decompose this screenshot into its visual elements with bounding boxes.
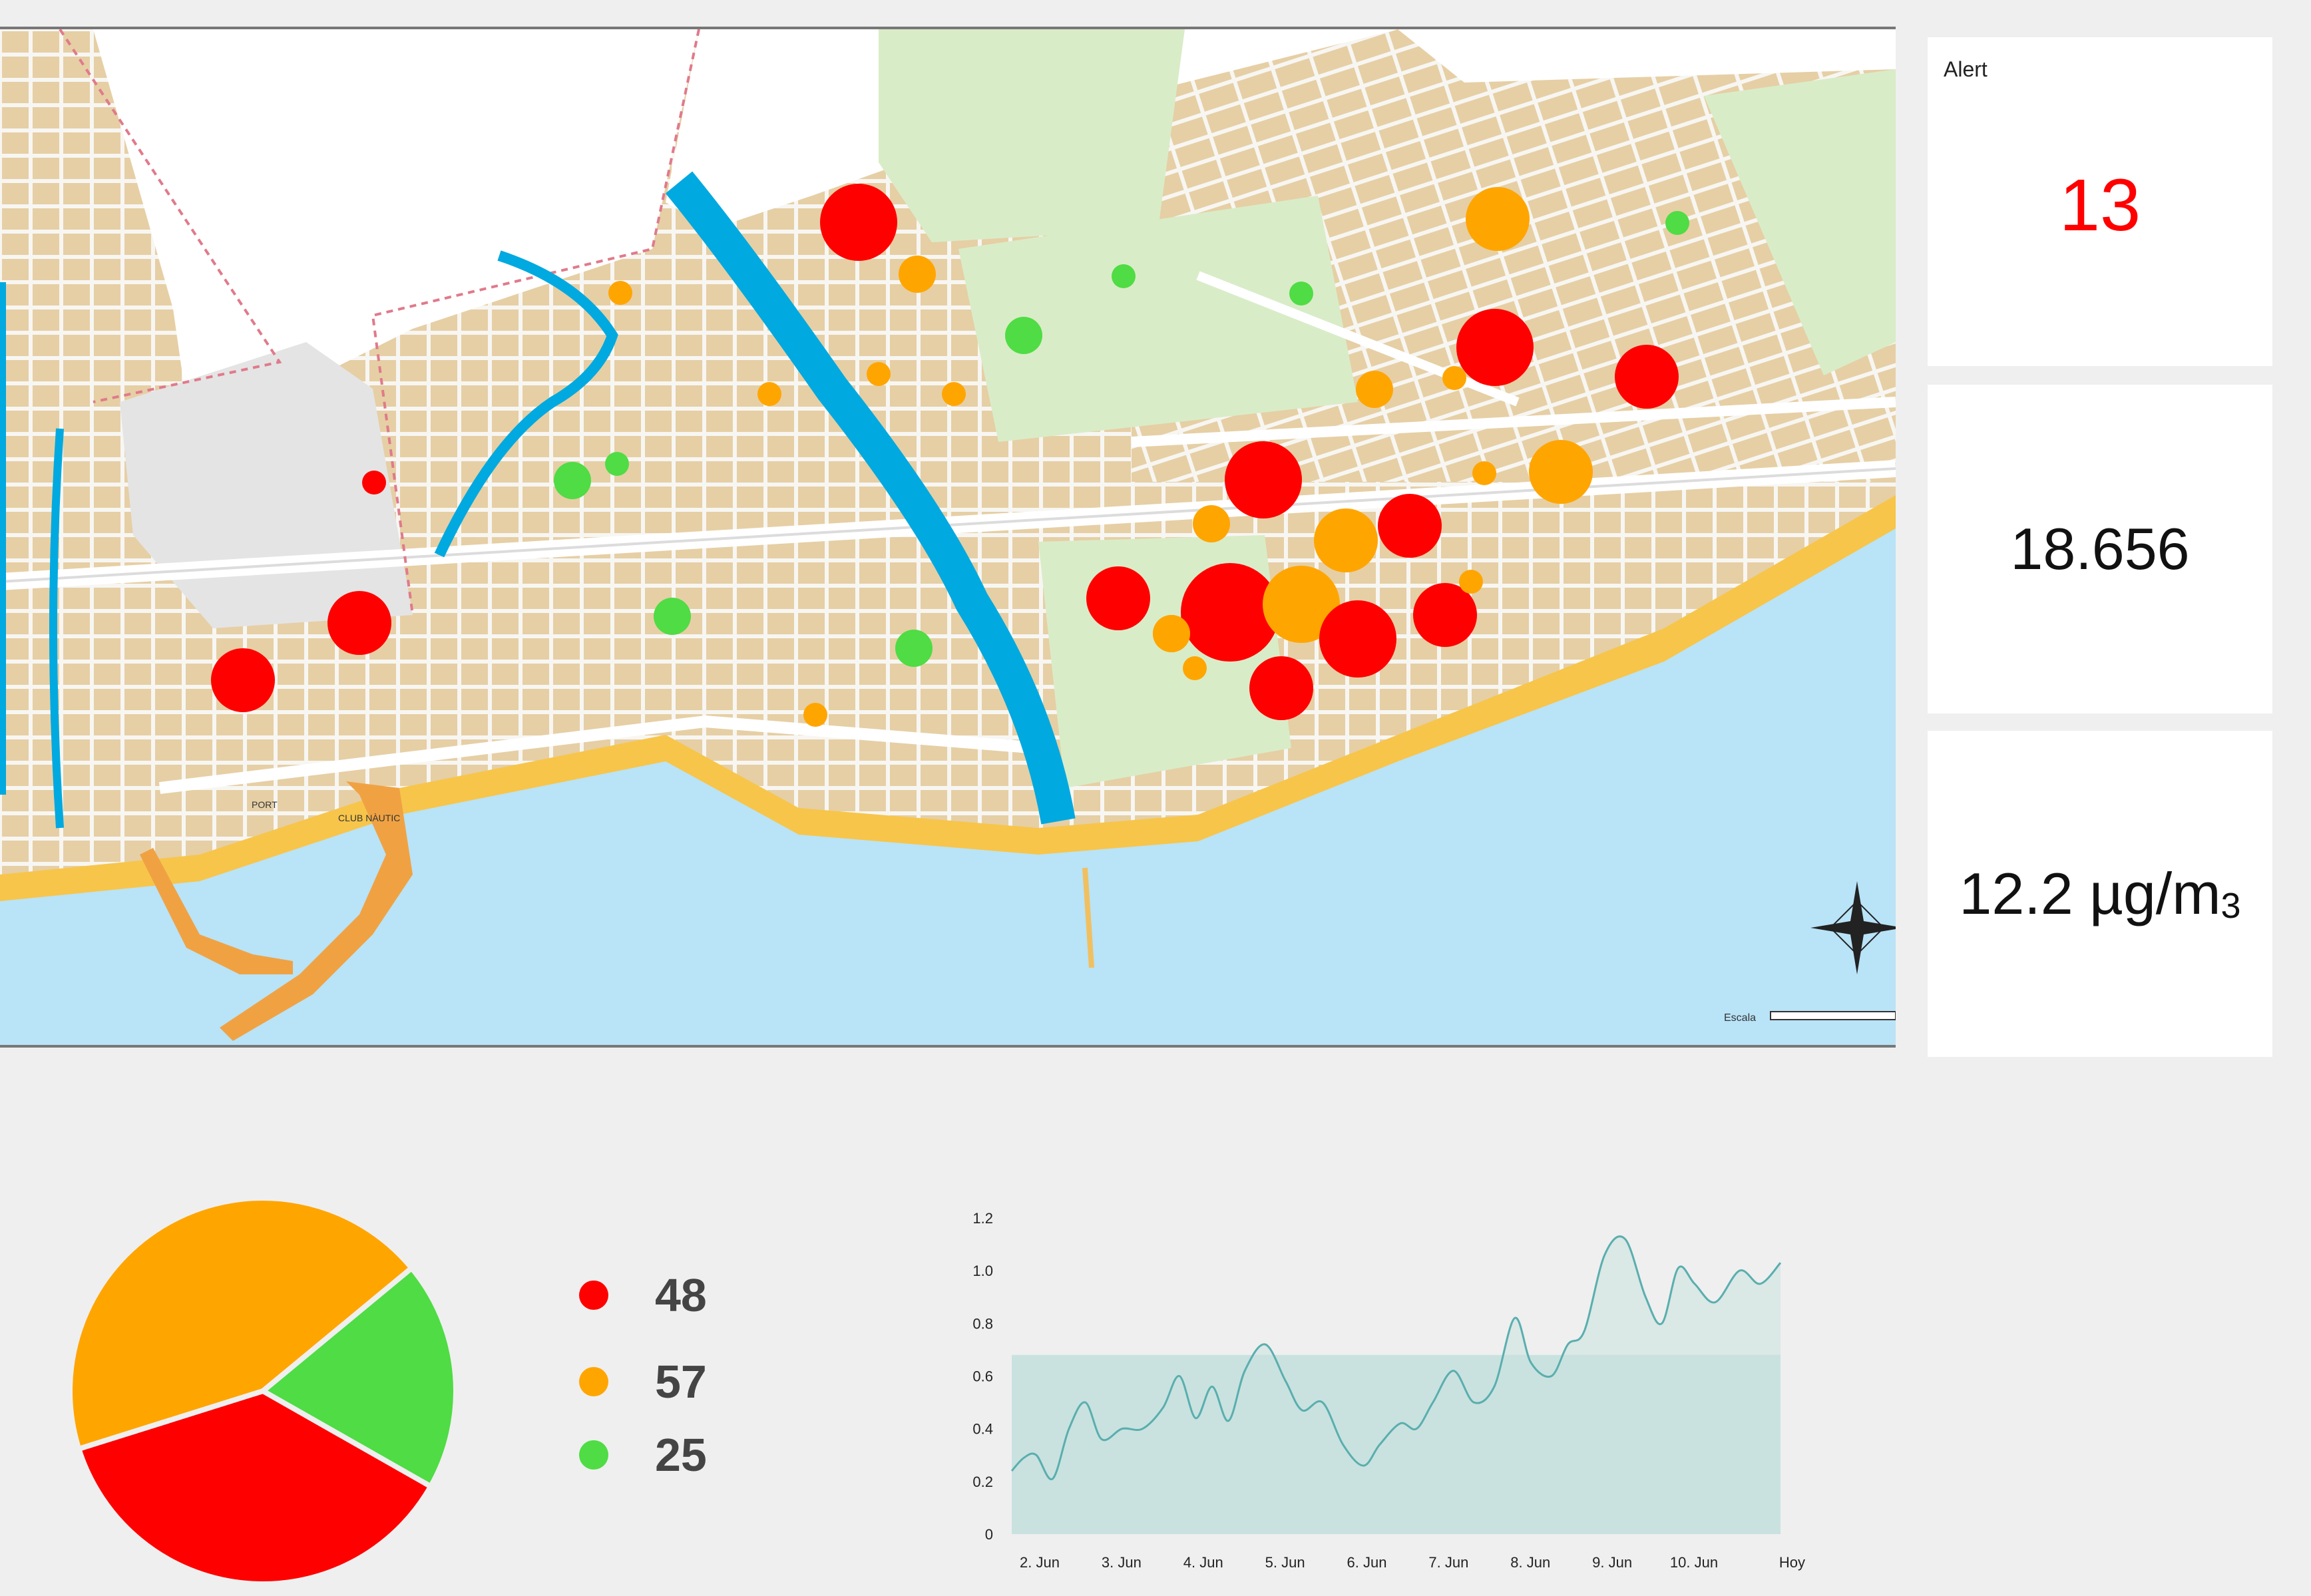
marker-orange[interactable] (1442, 366, 1466, 390)
map-label-scale: Escala (1724, 1012, 1756, 1024)
alert-card[interactable]: Alert 13 (1928, 37, 2272, 366)
marker-orange[interactable] (1529, 440, 1593, 504)
x-tick-label: Hoy (1779, 1554, 1805, 1571)
legend-dot-green (579, 1440, 608, 1470)
x-tick-label: 4. Jun (1183, 1554, 1223, 1571)
marker-green[interactable] (654, 598, 691, 635)
y-tick-label: 1.2 (972, 1210, 993, 1227)
marker-green[interactable] (1289, 282, 1313, 305)
pm-card[interactable]: 12.2 µg/m 3 (1928, 731, 2272, 1057)
marker-red[interactable] (1456, 309, 1534, 386)
marker-red[interactable] (1615, 345, 1679, 409)
y-tick-label: 0.2 (972, 1474, 993, 1490)
marker-green[interactable] (554, 462, 591, 499)
alert-value: 13 (2059, 164, 2141, 246)
x-tick-label: 8. Jun (1510, 1554, 1550, 1571)
marker-red[interactable] (211, 648, 275, 712)
y-tick-label: 0.4 (972, 1421, 993, 1438)
x-tick-label: 5. Jun (1265, 1554, 1305, 1571)
marker-green[interactable] (605, 452, 629, 476)
y-tick-label: 0.8 (972, 1315, 993, 1332)
legend-value-orange: 57 (655, 1356, 707, 1408)
marker-red[interactable] (820, 184, 897, 261)
marker-orange[interactable] (1314, 508, 1378, 572)
legend-dot-orange (579, 1367, 608, 1396)
pie-chart (67, 1198, 459, 1584)
marker-orange[interactable] (867, 362, 891, 386)
x-tick-label: 6. Jun (1347, 1554, 1387, 1571)
marker-red[interactable] (1319, 600, 1396, 678)
marker-orange[interactable] (1459, 570, 1483, 594)
x-tick-label: 10. Jun (1670, 1554, 1718, 1571)
pm-unit-sub: 3 (2220, 886, 2241, 926)
pm-value-wrap: 12.2 µg/m 3 (1928, 731, 2272, 1057)
x-tick-label: 7. Jun (1428, 1554, 1468, 1571)
marker-orange[interactable] (608, 281, 632, 305)
marker-green[interactable] (1005, 317, 1042, 354)
marker-orange[interactable] (1466, 187, 1530, 251)
marker-orange[interactable] (1193, 505, 1230, 542)
marker-red[interactable] (1086, 566, 1150, 630)
x-tick-label: 9. Jun (1592, 1554, 1632, 1571)
city-map[interactable]: PORT CLUB NÀUTIC Escala (0, 27, 1896, 1048)
map-park (879, 29, 1185, 242)
marker-red[interactable] (1378, 494, 1442, 558)
legend-item-orange: 57 (579, 1355, 707, 1408)
legend-item-red: 48 (579, 1269, 707, 1322)
count-card[interactable]: 18.656 (1928, 385, 2272, 713)
marker-green[interactable] (1665, 211, 1689, 235)
marker-red[interactable] (1225, 441, 1302, 518)
line-chart: 0 0.2 0.4 0.6 0.8 1.0 1.2 2. Jun 3. Jun 4. Jun 5. … (972, 1210, 1805, 1571)
marker-orange[interactable] (1183, 656, 1207, 680)
y-tick-label: 0.6 (972, 1368, 993, 1385)
marker-orange[interactable] (1356, 371, 1393, 408)
legend-item-green: 25 (579, 1428, 707, 1482)
map-scale-bar (1770, 1011, 1896, 1020)
marker-orange[interactable] (1472, 461, 1496, 485)
legend-value-red: 48 (655, 1269, 707, 1321)
x-tick-label: 3. Jun (1102, 1554, 1142, 1571)
pm-value: 12.2 µg/m (1959, 861, 2221, 926)
marker-green[interactable] (1112, 264, 1136, 288)
marker-red[interactable] (362, 471, 386, 495)
marker-green[interactable] (895, 630, 933, 667)
marker-red[interactable] (1249, 656, 1313, 720)
marker-orange[interactable] (1153, 615, 1190, 652)
marker-red[interactable] (327, 591, 391, 655)
y-tick-label: 0 (985, 1526, 993, 1543)
legend-value-green: 25 (655, 1429, 707, 1481)
marker-orange[interactable] (899, 256, 936, 293)
y-tick-label: 1.0 (972, 1263, 993, 1279)
marker-orange[interactable] (942, 382, 966, 406)
legend-dot-red (579, 1281, 608, 1310)
marker-orange[interactable] (757, 382, 781, 406)
x-tick-label: 2. Jun (1020, 1554, 1060, 1571)
marker-orange[interactable] (803, 703, 827, 727)
map-label-club: CLUB NÀUTIC (338, 813, 400, 823)
map-label-port: PORT (252, 799, 278, 810)
count-value: 18.656 (2010, 516, 2190, 582)
